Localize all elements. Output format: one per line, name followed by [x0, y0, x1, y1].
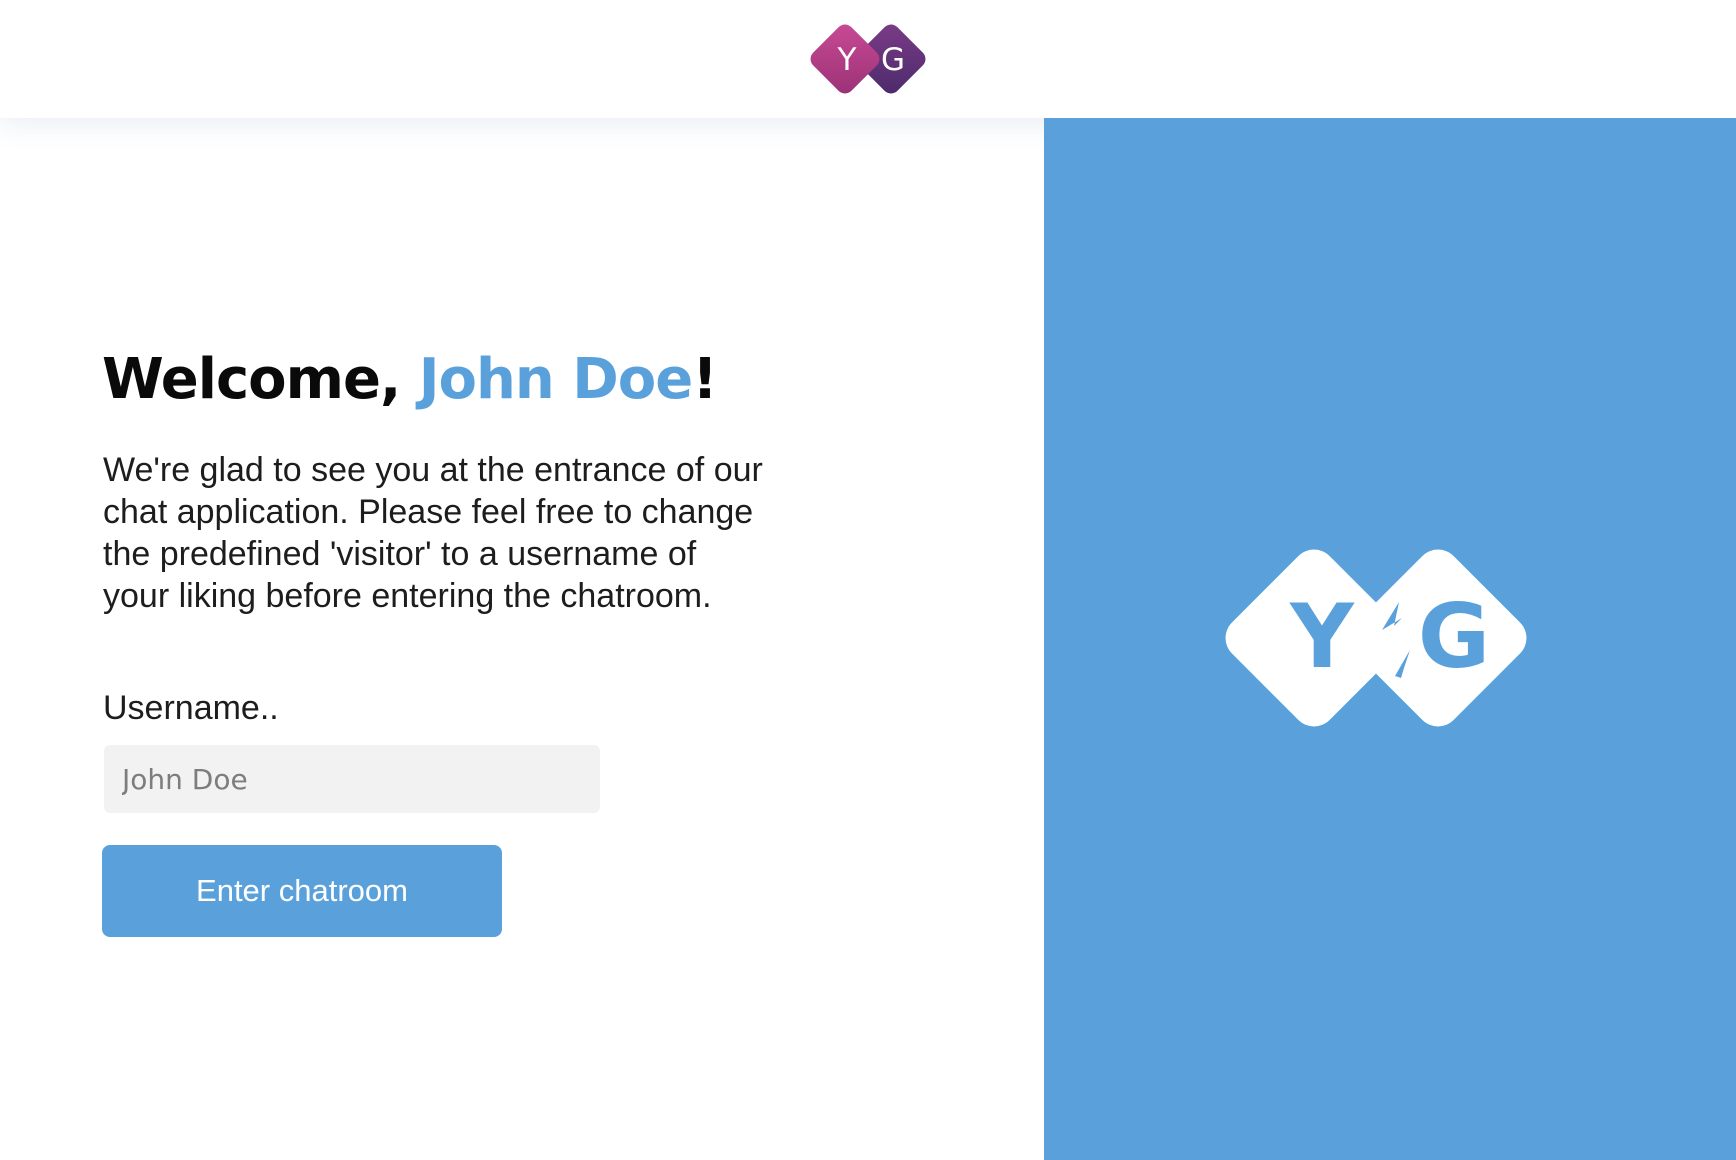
intro-text: We're glad to see you at the entrance of… — [103, 451, 763, 615]
welcome-punctuation: ! — [692, 347, 718, 412]
hero-logo-letter-y: Y — [1289, 585, 1355, 688]
welcome-user-name: John Doe — [418, 347, 693, 412]
yg-diamond-logo-icon[interactable]: Y G — [800, 14, 936, 104]
username-label: Username.. — [103, 689, 279, 727]
top-header: Y G — [0, 0, 1736, 118]
page-title: Welcome, John Doe! — [102, 352, 718, 408]
username-input[interactable] — [104, 745, 600, 813]
hero-panel: Y G — [1044, 118, 1736, 1160]
hero-logo-letter-g: G — [1418, 585, 1490, 688]
welcome-panel: Welcome, John Doe! We're glad to see you… — [0, 118, 1044, 1160]
welcome-greeting: Welcome, — [102, 347, 419, 412]
enter-chatroom-button[interactable]: Enter chatroom — [102, 845, 502, 937]
logo-letter-y: Y — [837, 42, 857, 78]
yg-diamond-logo-icon: Y G — [1214, 518, 1568, 758]
logo-letter-g: G — [881, 42, 905, 78]
